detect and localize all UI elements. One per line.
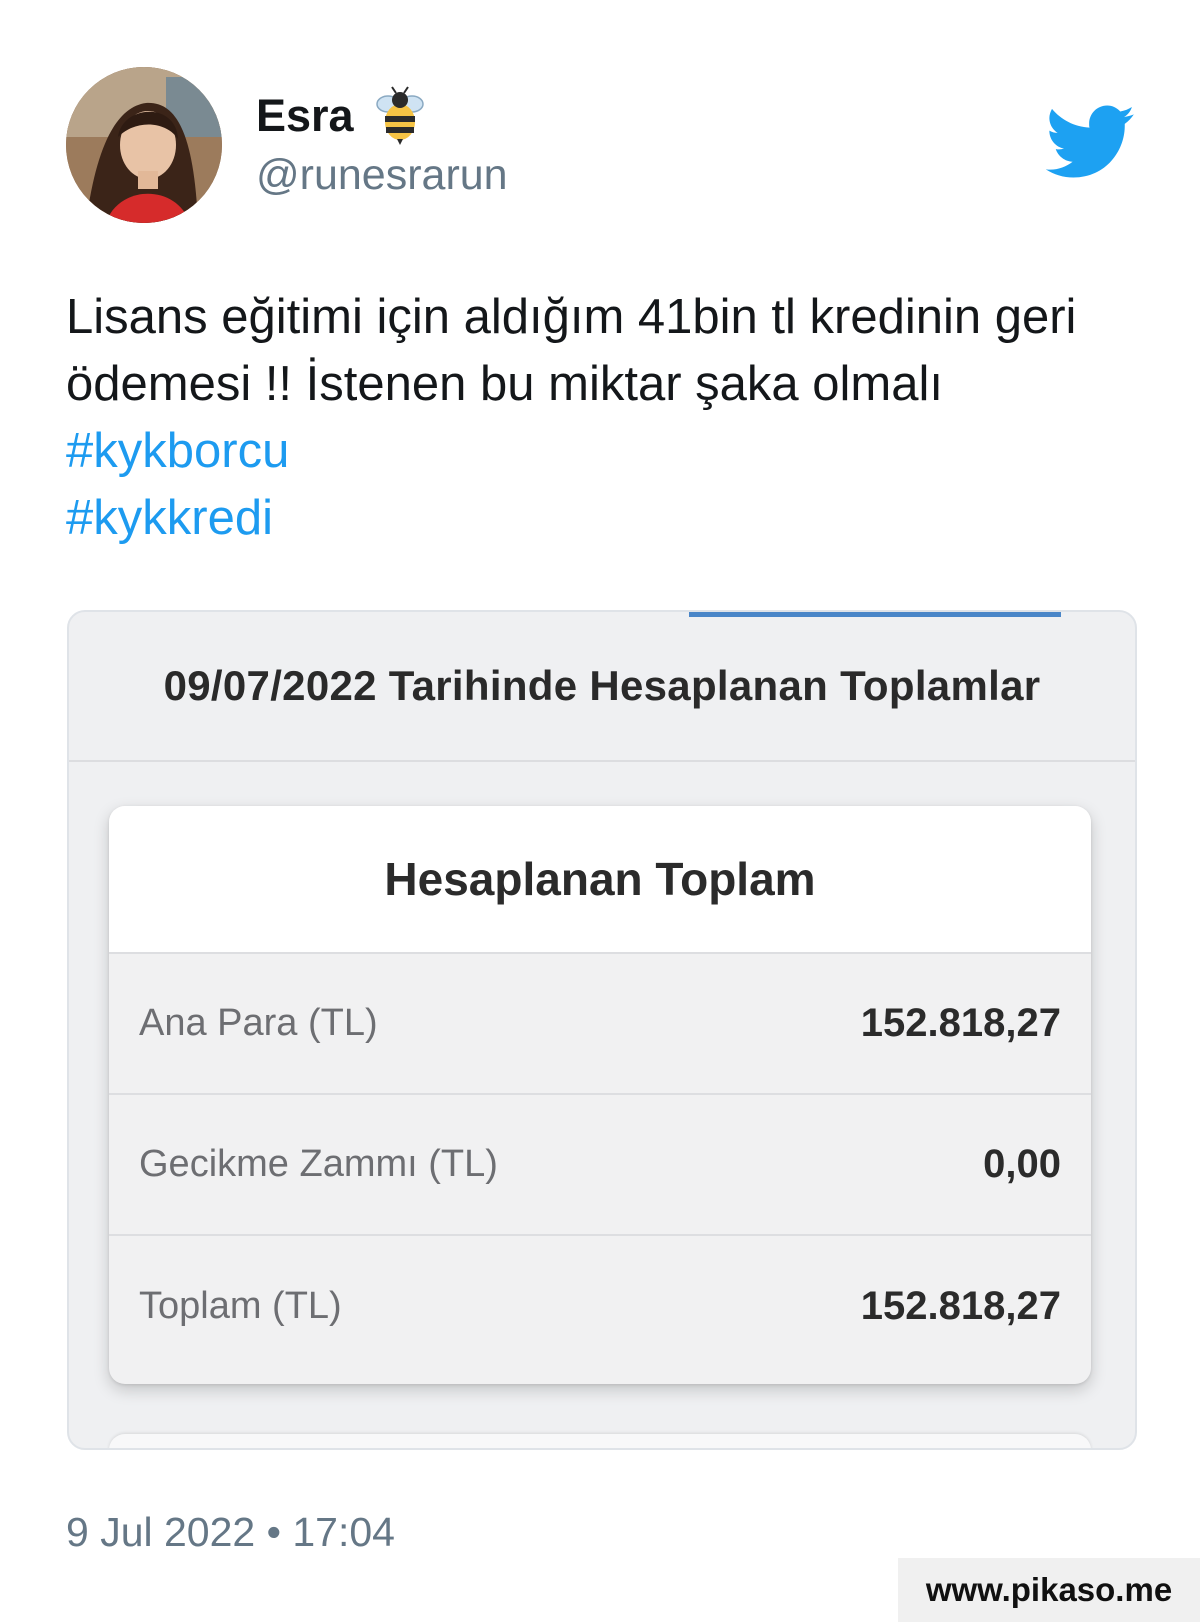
calculated-total-card: Hesaplanan Toplam Ana Para (TL) 152.818,…: [109, 806, 1091, 1384]
row-label: Gecikme Zammı (TL): [139, 1143, 498, 1185]
row-value: 152.818,27: [860, 1001, 1061, 1045]
author-handle[interactable]: @runesrarun: [256, 148, 508, 202]
calculated-total-card-header: Hesaplanan Toplam: [109, 806, 1091, 954]
hashtag-link-kykborcu[interactable]: #kykborcu: [66, 418, 1146, 485]
author-display-name[interactable]: Esra: [256, 86, 426, 146]
author-name-text: Esra: [256, 90, 354, 141]
tweet-text-line: Lisans eğitimi için aldığım 41bin tl kre…: [66, 290, 1077, 344]
summary-row-principal: Ana Para (TL) 152.818,27: [109, 954, 1091, 1095]
twitter-bird-icon: [1045, 104, 1136, 182]
bee-icon: [374, 86, 426, 146]
media-header: 09/07/2022 Tarihinde Hesaplanan Toplamla…: [69, 612, 1135, 762]
tweet-text: Lisans eğitimi için aldığım 41bin tl kre…: [66, 284, 1146, 552]
avatar[interactable]: [66, 67, 222, 223]
row-value: 152.818,27: [860, 1284, 1061, 1328]
media-header-title: 09/07/2022 Tarihinde Hesaplanan Toplamla…: [163, 662, 1041, 709]
next-card-edge: [109, 1434, 1091, 1448]
row-label: Ana Para (TL): [139, 1002, 378, 1044]
hashtag-link-kykkredi[interactable]: #kykkredi: [66, 485, 1146, 552]
calculated-total-card-title: Hesaplanan Toplam: [384, 853, 816, 905]
row-label: Toplam (TL): [139, 1285, 342, 1327]
row-value: 0,00: [983, 1142, 1061, 1186]
tweet-timestamp[interactable]: 9 Jul 2022 • 17:04: [66, 1506, 395, 1558]
summary-row-total: Toplam (TL) 152.818,27: [109, 1236, 1091, 1377]
tweet-media-image[interactable]: 09/07/2022 Tarihinde Hesaplanan Toplamla…: [67, 610, 1137, 1450]
summary-row-late-fee: Gecikme Zammı (TL) 0,00: [109, 1095, 1091, 1236]
tweet-text-line: ödemesi !! İstenen bu miktar şaka olmalı: [66, 357, 943, 411]
watermark: www.pikaso.me: [898, 1558, 1200, 1622]
